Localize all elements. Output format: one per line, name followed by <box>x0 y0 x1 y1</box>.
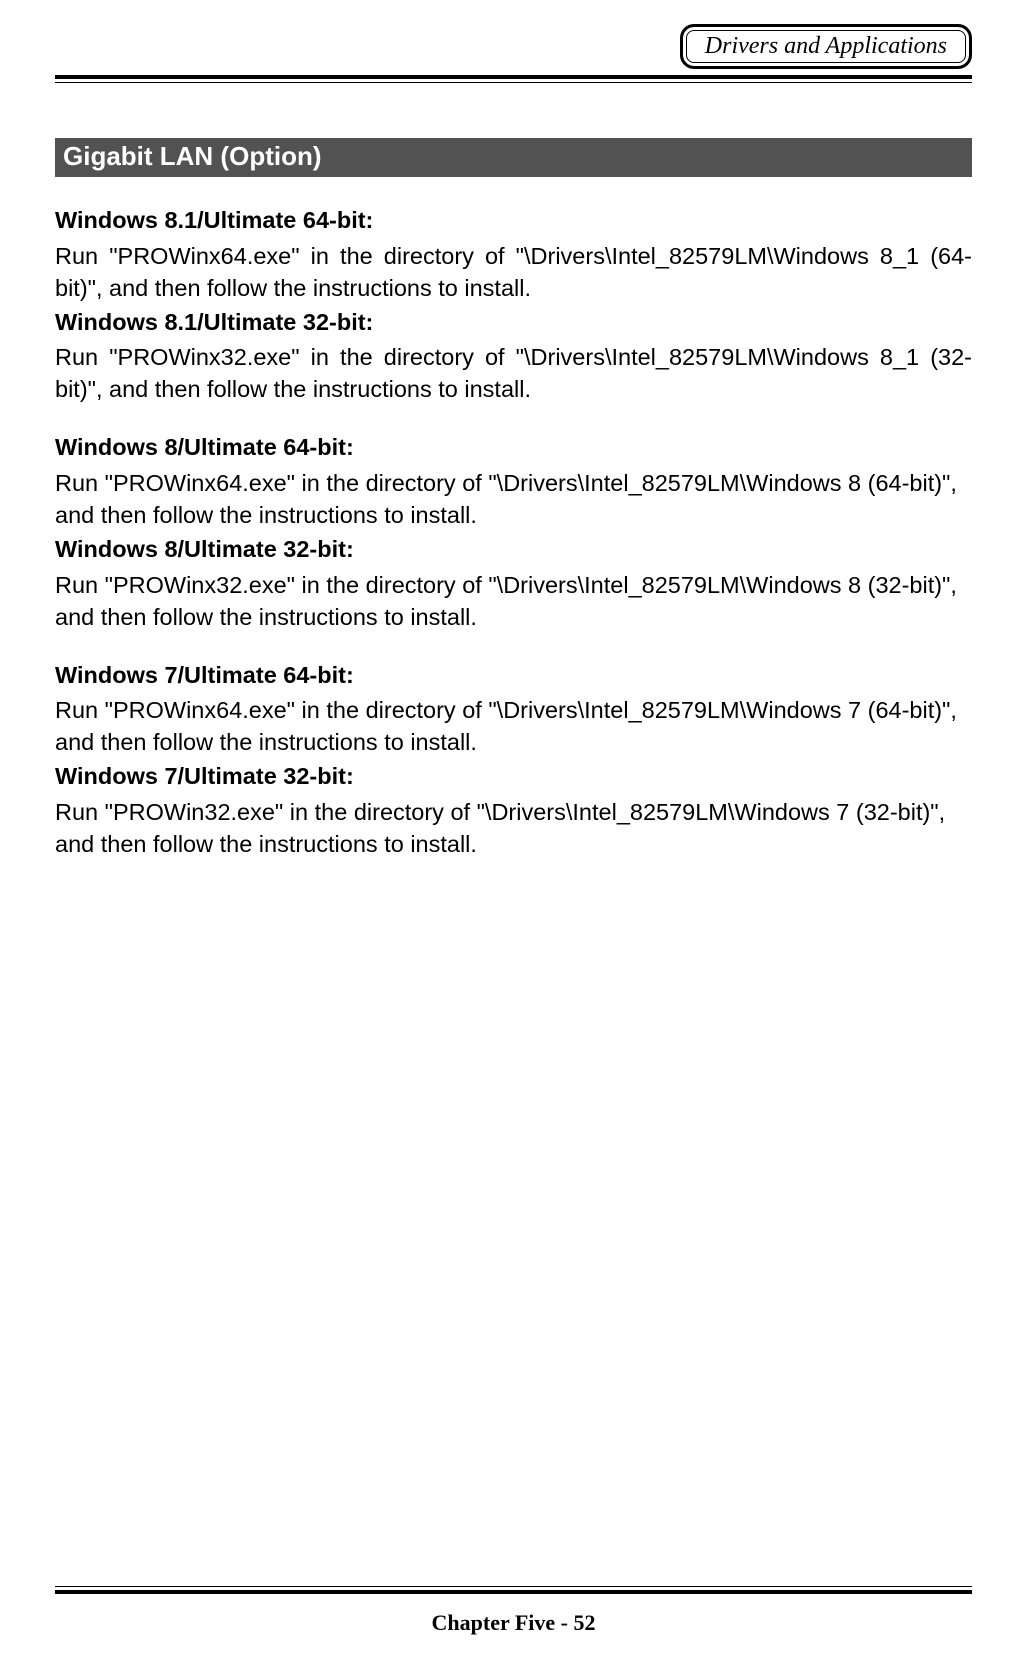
section-title-bar: Gigabit LAN (Option) <box>55 138 972 177</box>
footer-text: Chapter Five - 52 <box>0 1610 1027 1636</box>
entry-body: Run "PROWinx64.exe" in the directory of … <box>55 695 972 759</box>
entry-body: Run "PROWinx64.exe" in the directory of … <box>55 468 972 532</box>
entry-body: Run "PROWin32.exe" in the directory of "… <box>55 797 972 861</box>
entry-heading: Windows 7/Ultimate 64-bit: <box>55 660 972 692</box>
entry-body: Run "PROWinx32.exe" in the directory of … <box>55 570 972 634</box>
header-badge-text: Drivers and Applications <box>705 33 947 59</box>
entry-heading: Windows 7/Ultimate 32-bit: <box>55 761 972 793</box>
section-title: Gigabit LAN (Option) <box>63 141 322 171</box>
entry-heading: Windows 8/Ultimate 32-bit: <box>55 534 972 566</box>
footer-rules <box>55 1586 972 1594</box>
top-rule-thick <box>55 75 972 79</box>
bottom-rule-thin <box>55 1586 972 1587</box>
entry-heading: Windows 8.1/Ultimate 32-bit: <box>55 307 972 339</box>
entry-heading: Windows 8/Ultimate 64-bit: <box>55 432 972 464</box>
bottom-rule-thick <box>55 1590 972 1594</box>
entry-heading: Windows 8.1/Ultimate 64-bit: <box>55 205 972 237</box>
entries-container: Windows 8.1/Ultimate 64-bit: Run "PROWinx… <box>55 205 972 861</box>
entry-body: Run "PROWinx32.exe" in the directory of … <box>55 342 972 406</box>
header-badge: Drivers and Applications <box>680 24 972 69</box>
entry-body: Run "PROWinx64.exe" in the directory of … <box>55 241 972 305</box>
